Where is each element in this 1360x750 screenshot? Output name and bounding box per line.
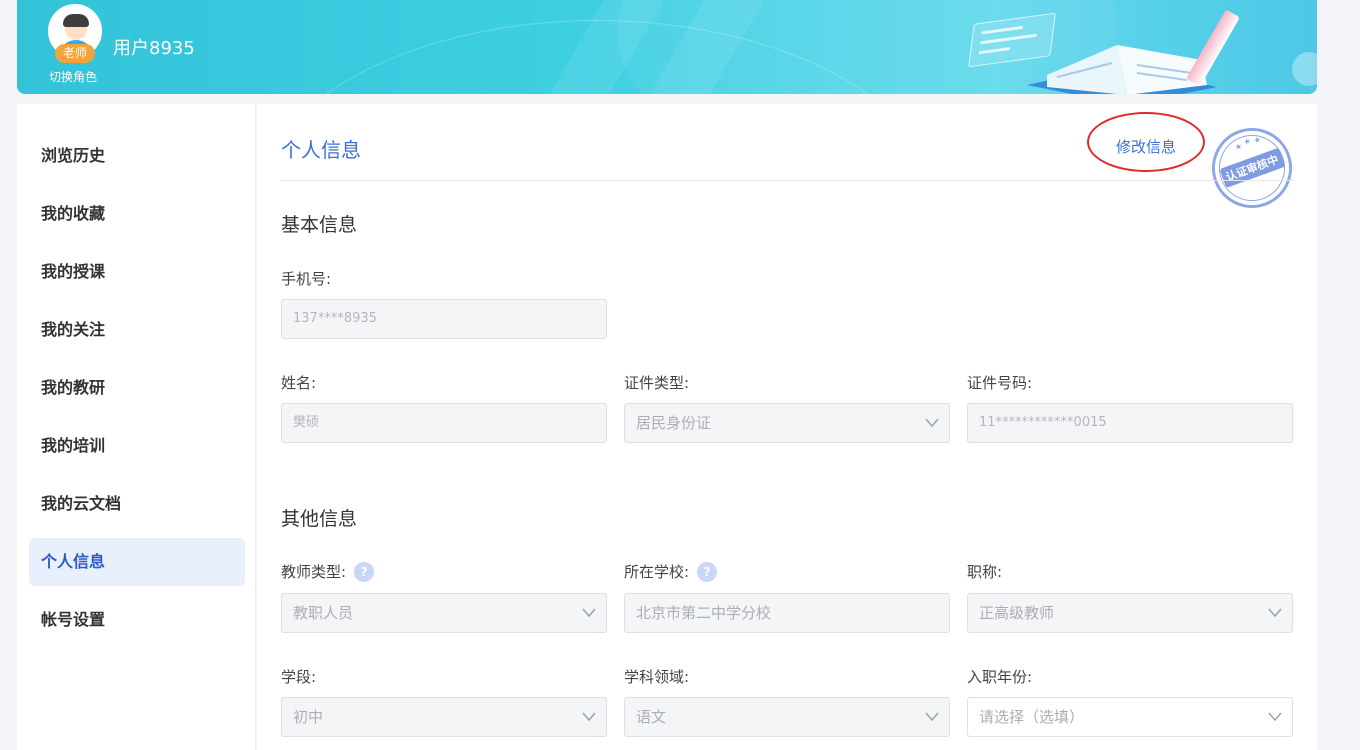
school-field[interactable]: 北京市第二中学分校: [624, 593, 950, 633]
other-info-heading: 其他信息: [281, 508, 358, 530]
stage-select[interactable]: 初中: [281, 697, 607, 737]
stamp-label: 认证审核中: [1218, 147, 1286, 189]
sidebar-item-training[interactable]: 我的培训: [29, 422, 245, 470]
stage-label: 学段:: [281, 668, 317, 686]
role-badge: 老师: [55, 44, 95, 63]
chevron-down-icon: [925, 418, 939, 428]
teacher-type-value: 教职人员: [293, 604, 354, 622]
sidebar-item-cloud-docs[interactable]: 我的云文档: [29, 480, 245, 528]
job-title-value: 正高级教师: [979, 604, 1055, 622]
subject-value: 语文: [636, 708, 667, 726]
teacher-type-select[interactable]: 教职人员: [281, 593, 607, 633]
id-number-field[interactable]: 11************0015: [967, 403, 1293, 443]
phone-label: 手机号:: [281, 270, 332, 288]
id-type-select[interactable]: 居民身份证: [624, 403, 950, 443]
entry-year-placeholder: 请选择（选填）: [979, 708, 1085, 726]
name-field[interactable]: 樊硕: [281, 403, 607, 443]
teacher-type-label-text: 教师类型:: [281, 563, 347, 581]
username: 用户8935: [113, 38, 195, 59]
help-icon[interactable]: ?: [697, 561, 718, 582]
id-type-value: 居民身份证: [636, 414, 712, 432]
name-label: 姓名:: [281, 374, 317, 392]
basic-info-heading: 基本信息: [281, 214, 358, 236]
subject-select[interactable]: 语文: [624, 697, 950, 737]
switch-role-link[interactable]: 切换角色: [49, 68, 97, 85]
sidebar-item-account-settings[interactable]: 帐号设置: [29, 596, 245, 644]
sidebar-item-research[interactable]: 我的教研: [29, 364, 245, 412]
page-title: 个人信息: [281, 138, 361, 162]
entry-year-label: 入职年份:: [967, 668, 1033, 686]
phone-field[interactable]: 137****8935: [281, 299, 607, 339]
chevron-down-icon: [582, 608, 596, 618]
teacher-type-label: 教师类型: ?: [281, 561, 375, 582]
stage-value: 初中: [293, 708, 324, 726]
id-number-label: 证件号码:: [967, 374, 1033, 392]
banner-decoration: [1292, 52, 1317, 86]
id-type-label: 证件类型:: [624, 374, 690, 392]
chevron-down-icon: [582, 712, 596, 722]
school-label: 所在学校: ?: [624, 561, 718, 582]
help-icon[interactable]: ?: [354, 561, 375, 582]
sidebar-item-following[interactable]: 我的关注: [29, 306, 245, 354]
job-title-label: 职称:: [967, 563, 1003, 581]
sidebar-item-lessons[interactable]: 我的授课: [29, 248, 245, 296]
header-banner: 老师 切换角色 用户8935: [17, 0, 1317, 94]
verification-stamp: ★ ★ ★ 认证审核中: [1200, 116, 1304, 220]
edit-info-link[interactable]: 修改信息: [1116, 136, 1176, 157]
chevron-down-icon: [1268, 712, 1282, 722]
divider: [281, 180, 1293, 181]
sidebar-item-profile[interactable]: 个人信息: [29, 538, 245, 586]
entry-year-select[interactable]: 请选择（选填）: [967, 697, 1293, 737]
job-title-select[interactable]: 正高级教师: [967, 593, 1293, 633]
sidebar: 浏览历史 我的收藏 我的授课 我的关注 我的教研 我的培训 我的云文档 个人信息…: [17, 104, 256, 750]
subject-label: 学科领域:: [624, 668, 690, 686]
sidebar-item-favorites[interactable]: 我的收藏: [29, 190, 245, 238]
chevron-down-icon: [1268, 608, 1282, 618]
sidebar-item-history[interactable]: 浏览历史: [29, 132, 245, 180]
school-label-text: 所在学校:: [624, 563, 690, 581]
main-panel: 个人信息 修改信息 ★ ★ ★ 认证审核中 基本信息 手机号: 137****8…: [257, 104, 1317, 750]
chevron-down-icon: [925, 712, 939, 722]
